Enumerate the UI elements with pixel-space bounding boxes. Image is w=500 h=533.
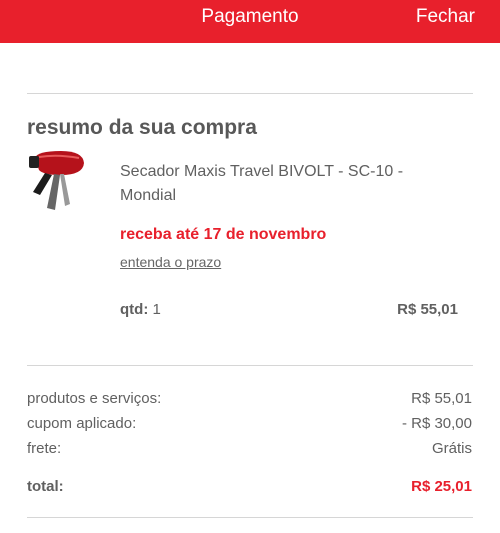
quantity-label: qtd: (120, 301, 149, 318)
total-label: total: (27, 478, 64, 495)
shipping-label: frete: (27, 440, 62, 457)
deadline-link[interactable]: entenda o prazo (120, 252, 221, 272)
product-name[interactable]: Secador Maxis Travel BIVOLT - SC-10 - Mo… (120, 160, 460, 208)
products-label: produtos e serviços: (27, 390, 162, 407)
coupon-value: - R$ 30,00 (401, 415, 472, 432)
product-image (27, 148, 87, 214)
shipping-row: frete: Grátis (27, 438, 472, 460)
quantity-value: 1 (152, 301, 161, 318)
coupon-label: cupom aplicado: (27, 415, 137, 432)
close-button[interactable]: Fechar (416, 6, 475, 28)
coupon-row: cupom aplicado: - R$ 30,00 (27, 413, 472, 435)
hair-dryer-icon (29, 151, 84, 210)
delivery-date: receba até 17 de novembro (120, 226, 327, 243)
divider (27, 517, 473, 518)
divider (27, 365, 473, 366)
products-value: R$ 55,01 (411, 390, 472, 407)
shipping-value: Grátis (431, 440, 472, 457)
total-row: total: R$ 25,01 (27, 476, 472, 498)
summary-title: resumo da sua compra (27, 116, 257, 139)
item-price: R$ 55,01 (397, 301, 458, 318)
total-value: R$ 25,01 (411, 478, 472, 495)
top-bar: Pagamento Fechar (0, 0, 500, 43)
products-row: produtos e serviços: R$ 55,01 (27, 388, 472, 410)
divider (27, 93, 473, 94)
quantity: qtd: 1 (120, 300, 161, 320)
